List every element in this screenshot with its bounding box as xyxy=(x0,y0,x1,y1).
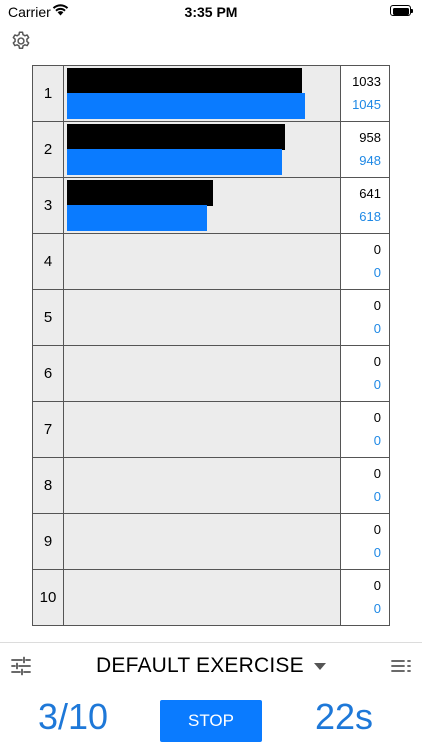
table-row: 900 xyxy=(32,513,390,569)
rank-label: 7 xyxy=(32,402,64,457)
actual-bar xyxy=(67,205,207,231)
actual-score: 0 xyxy=(373,601,381,616)
actual-score: 0 xyxy=(373,377,381,392)
actual-score: 0 xyxy=(373,433,381,448)
score-cell: 00 xyxy=(340,346,390,401)
list-button[interactable] xyxy=(390,656,412,676)
score-cell: 00 xyxy=(340,402,390,457)
actual-score: 0 xyxy=(373,265,381,280)
rank-label: 5 xyxy=(32,290,64,345)
bar-cell xyxy=(64,234,340,289)
bar-cell xyxy=(64,402,340,457)
actual-score: 0 xyxy=(373,489,381,504)
score-cell: 641 618 xyxy=(340,178,390,233)
list-icon xyxy=(391,660,411,672)
target-score: 0 xyxy=(373,410,381,425)
caret-down-icon xyxy=(313,662,326,670)
score-cell: 00 xyxy=(340,514,390,569)
target-score: 0 xyxy=(373,522,381,537)
actual-bar xyxy=(67,93,305,119)
score-cell: 1033 1045 xyxy=(340,66,390,121)
actual-score: 0 xyxy=(373,545,381,560)
stop-button[interactable]: STOP xyxy=(160,700,262,742)
target-bar xyxy=(67,124,285,150)
target-score: 0 xyxy=(373,242,381,257)
table-row: 800 xyxy=(32,457,390,513)
gear-icon xyxy=(12,31,30,49)
table-row: 2 958 948 xyxy=(32,121,390,177)
score-cell: 958 948 xyxy=(340,122,390,177)
bar-cell xyxy=(64,458,340,513)
table-row: 10 0 0 xyxy=(32,569,390,626)
toolbar-divider xyxy=(0,642,422,643)
exercise-dropdown[interactable]: DEFAULT EXERCISE xyxy=(96,652,326,680)
bar-cell xyxy=(64,122,340,177)
clock: 3:35 PM xyxy=(184,4,238,20)
bar-cell xyxy=(64,66,340,121)
target-score: 1033 xyxy=(352,74,381,89)
actual-score: 0 xyxy=(373,321,381,336)
bar-cell xyxy=(64,346,340,401)
score-cell: 00 xyxy=(340,290,390,345)
rank-label: 9 xyxy=(32,514,64,569)
settings-button[interactable] xyxy=(10,30,32,52)
rank-label: 3 xyxy=(32,178,64,233)
target-score: 958 xyxy=(359,130,381,145)
progress-counter: 3/10 xyxy=(38,696,109,737)
rank-label: 1 xyxy=(32,66,64,121)
bar-cell xyxy=(64,290,340,345)
rank-label: 2 xyxy=(32,122,64,177)
table-row: 600 xyxy=(32,345,390,401)
target-bar xyxy=(67,180,213,206)
bar-cell xyxy=(64,570,340,625)
status-bar: Carrier 3:35 PM xyxy=(0,0,422,24)
sliders-icon xyxy=(11,656,31,676)
tune-button[interactable] xyxy=(10,655,32,677)
actual-score: 618 xyxy=(359,209,381,224)
battery-icon xyxy=(390,5,413,16)
actual-bar xyxy=(67,149,282,175)
table-row: 700 xyxy=(32,401,390,457)
table-row: 1 1033 1045 xyxy=(32,65,390,121)
actual-score: 948 xyxy=(359,153,381,168)
target-score: 0 xyxy=(373,578,381,593)
rank-label: 6 xyxy=(32,346,64,401)
table-row: 500 xyxy=(32,289,390,345)
bar-cell xyxy=(64,178,340,233)
target-score: 0 xyxy=(373,466,381,481)
table-row: 3 641 618 xyxy=(32,177,390,233)
target-score: 641 xyxy=(359,186,381,201)
target-score: 0 xyxy=(373,354,381,369)
actual-score: 1045 xyxy=(352,97,381,112)
score-table: 1 1033 1045 2 958 948 3 641 618 4 0 0 5 0 0 6 0 0 7 0 0 8 0 0 9 0… xyxy=(32,65,390,627)
table-row: 400 xyxy=(32,233,390,289)
score-cell: 00 xyxy=(340,570,390,625)
target-score: 0 xyxy=(373,298,381,313)
rank-label: 4 xyxy=(32,234,64,289)
timer-display: 22s xyxy=(315,696,374,737)
rank-label: 10 xyxy=(32,570,64,625)
bar-cell xyxy=(64,514,340,569)
exercise-name: DEFAULT EXERCISE xyxy=(96,654,304,677)
target-bar xyxy=(67,68,302,94)
rank-label: 8 xyxy=(32,458,64,513)
score-cell: 00 xyxy=(340,234,390,289)
score-cell: 00 xyxy=(340,458,390,513)
